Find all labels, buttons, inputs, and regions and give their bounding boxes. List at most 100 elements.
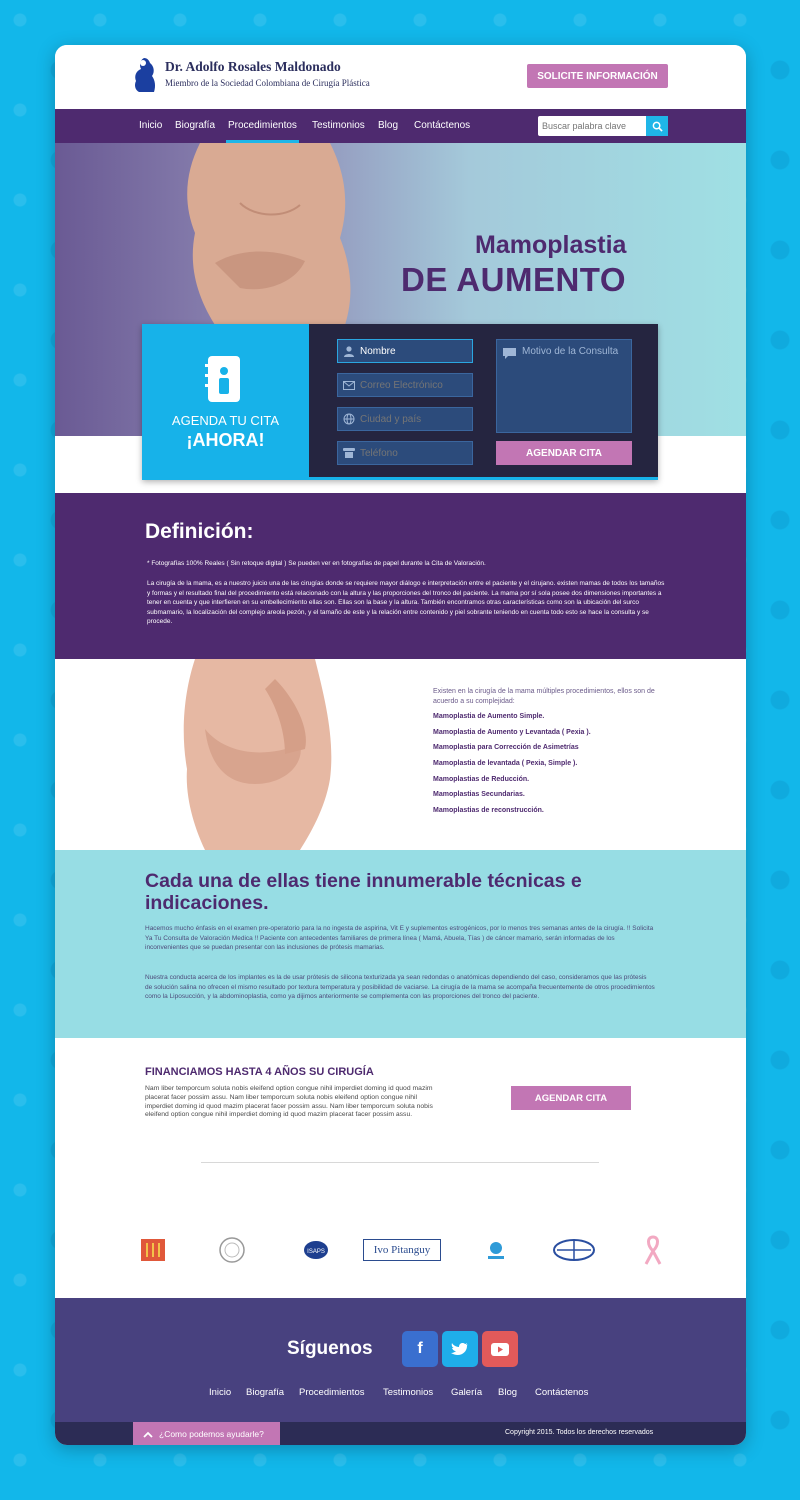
torso-photo — [183, 659, 332, 850]
partner-logo-6[interactable] — [552, 1235, 596, 1265]
hero-title-line2: DE AUMENTO — [401, 261, 627, 298]
appointment-heading: AGENDA TU CITA — [171, 413, 280, 428]
site-header: Dr. Adolfo Rosales Maldonado Miembro de … — [55, 45, 746, 109]
city-input[interactable] — [360, 413, 468, 425]
phone-input[interactable] — [360, 447, 468, 459]
logo-icon[interactable] — [130, 56, 160, 94]
hero-banner: Mamoplastia DE AUMENTO AGENDA TU CITA ¡A… — [55, 143, 746, 493]
nav-item-biografia[interactable]: Biografía — [175, 109, 215, 143]
nav-item-testimonios[interactable]: Testimonios — [312, 109, 365, 143]
user-icon — [338, 340, 360, 362]
crest-icon — [141, 1239, 165, 1261]
procedures-list: Mamoplastia de Aumento Simple. Mamoplast… — [433, 713, 591, 823]
copyright: Copyright 2015. Todos los derechos reser… — [505, 1429, 654, 1436]
bottom-bar: ¿Como podemos ayudarle? Copyright 2015. … — [55, 1422, 746, 1445]
city-field[interactable] — [337, 407, 473, 431]
youtube-button[interactable] — [482, 1331, 518, 1367]
list-item[interactable]: Mamoplastias de reconstrucción. — [433, 807, 591, 823]
request-info-button[interactable]: SOLICITE INFORMACIÓN — [527, 64, 668, 88]
reason-textarea[interactable]: Motivo de la Consulta — [496, 339, 632, 433]
globe-icon — [338, 408, 360, 430]
footer-nav-biografia[interactable]: Biografía — [246, 1387, 284, 1398]
partner-logo-7[interactable] — [643, 1235, 663, 1265]
name-field[interactable] — [337, 339, 473, 363]
phone-icon — [338, 442, 360, 464]
footer-nav-contactenos[interactable]: Contáctenos — [535, 1387, 588, 1398]
hero-photo — [187, 143, 351, 325]
email-input[interactable] — [360, 379, 468, 391]
youtube-icon — [491, 1342, 509, 1356]
footer-nav-testimonios[interactable]: Testimonios — [383, 1387, 433, 1398]
schedule-button[interactable]: AGENDAR CITA — [496, 441, 632, 465]
isaps-logo-text: ISAPS — [307, 1249, 325, 1255]
appointment-heading-panel: AGENDA TU CITA ¡AHORA! — [142, 324, 309, 480]
search-button[interactable] — [646, 116, 668, 136]
definition-body: La cirugía de la mama, es a nuestro juic… — [147, 580, 665, 626]
finance-title: FINANCIAMOS HASTA 4 AÑOS SU CIRUGÍA — [145, 1066, 374, 1078]
finance-schedule-button[interactable]: AGENDAR CITA — [511, 1086, 631, 1110]
facebook-button[interactable]: f — [402, 1331, 438, 1367]
footer-nav-inicio[interactable]: Inicio — [209, 1387, 231, 1398]
main-nav: Inicio Biografía Procedimientos Testimon… — [55, 109, 746, 143]
list-item[interactable]: Mamoplastia de Aumento y Levantada ( Pex… — [433, 729, 591, 745]
definition-section: Definición: * Fotografías 100% Reales ( … — [55, 493, 746, 659]
help-button[interactable]: ¿Como podemos ayudarle? — [133, 1422, 280, 1445]
finance-text: Nam liber temporcum soluta nobis eleifen… — [145, 1085, 433, 1119]
procedures-intro: Existen en la cirugía de la mama múltipl… — [433, 688, 655, 705]
help-label: ¿Como podemos ayudarle? — [159, 1429, 264, 1439]
list-item[interactable]: Mamoplastia de Aumento Simple. — [433, 713, 591, 729]
appointment-fields-panel: Motivo de la Consulta AGENDAR CITA — [309, 324, 658, 480]
isaps-icon: ISAPS — [304, 1241, 328, 1259]
follow-label: Síguenos — [287, 1338, 373, 1359]
nav-item-procedimientos[interactable]: Procedimientos — [226, 109, 299, 143]
techniques-paragraph-2: Nuestra conducta acerca de los implantes… — [145, 974, 655, 1001]
list-item[interactable]: Mamoplastia de levantada ( Pexia, Simple… — [433, 760, 591, 776]
techniques-title: Cada una de ellas tiene innumerable técn… — [145, 870, 582, 914]
nav-item-inicio[interactable]: Inicio — [139, 109, 162, 143]
name-input[interactable] — [360, 345, 468, 357]
envelope-icon — [338, 374, 360, 396]
ribbon-icon — [644, 1235, 662, 1265]
definition-note: * Fotografías 100% Reales ( Sin retoque … — [147, 560, 486, 567]
section-divider — [201, 1162, 599, 1163]
doctor-name[interactable]: Dr. Adolfo Rosales Maldonado — [165, 59, 341, 75]
facebook-icon: f — [417, 1340, 423, 1357]
nav-item-contactenos[interactable]: Contáctenos — [414, 109, 470, 143]
finance-section: FINANCIAMOS HASTA 4 AÑOS SU CIRUGÍA Nam … — [55, 1038, 746, 1298]
phone-field[interactable] — [337, 441, 473, 465]
site-footer: Síguenos f Inicio Biografía Procedimient… — [55, 1298, 746, 1422]
partner-logo-5[interactable] — [483, 1235, 509, 1265]
partner-logo-pitanguy[interactable]: Ivo Pitanguy — [363, 1239, 441, 1261]
search-input[interactable] — [538, 116, 646, 136]
hero-title-line1: Mamoplastia — [475, 231, 627, 259]
definition-title: Definición: — [145, 520, 254, 543]
emblem-icon — [488, 1242, 504, 1259]
email-field[interactable] — [337, 373, 473, 397]
footer-nav-procedimientos[interactable]: Procedimientos — [299, 1387, 364, 1398]
list-item[interactable]: Mamoplastias de Reducción. — [433, 776, 591, 792]
doctor-subtitle: Miembro de la Sociedad Colombiana de Cir… — [165, 78, 370, 88]
search-icon — [652, 121, 663, 132]
list-item[interactable]: Mamoplastia para Corrección de Asimetría… — [433, 744, 591, 760]
techniques-section: Cada una de ellas tiene innumerable técn… — [55, 850, 746, 1038]
appointment-subheading: ¡AHORA! — [186, 430, 265, 450]
footer-nav-galeria[interactable]: Galería — [451, 1387, 482, 1398]
partner-logo-2[interactable] — [217, 1235, 247, 1265]
globe-logo-icon — [553, 1239, 595, 1261]
partner-logo-1[interactable] — [140, 1235, 166, 1265]
chat-icon — [503, 348, 516, 362]
chevron-up-icon — [143, 1431, 153, 1438]
reason-placeholder: Motivo de la Consulta — [522, 346, 619, 357]
partner-logo-3[interactable]: ISAPS — [303, 1235, 329, 1265]
techniques-paragraph-1: Hacemos mucho énfasis en el examen pre-o… — [145, 925, 654, 952]
nav-item-blog[interactable]: Blog — [378, 109, 398, 143]
seal-icon — [219, 1237, 245, 1263]
list-item[interactable]: Mamoplastias Secundarias. — [433, 791, 591, 807]
appointment-form: AGENDA TU CITA ¡AHORA! Nombre Correo Ele… — [142, 324, 658, 480]
footer-nav-blog[interactable]: Blog — [498, 1387, 517, 1398]
twitter-button[interactable] — [442, 1331, 478, 1367]
agenda-icon — [205, 356, 240, 402]
procedures-section: Existen en la cirugía de la mama múltipl… — [55, 659, 746, 850]
twitter-icon — [451, 1342, 468, 1355]
page-frame: Dr. Adolfo Rosales Maldonado Miembro de … — [55, 45, 746, 1445]
